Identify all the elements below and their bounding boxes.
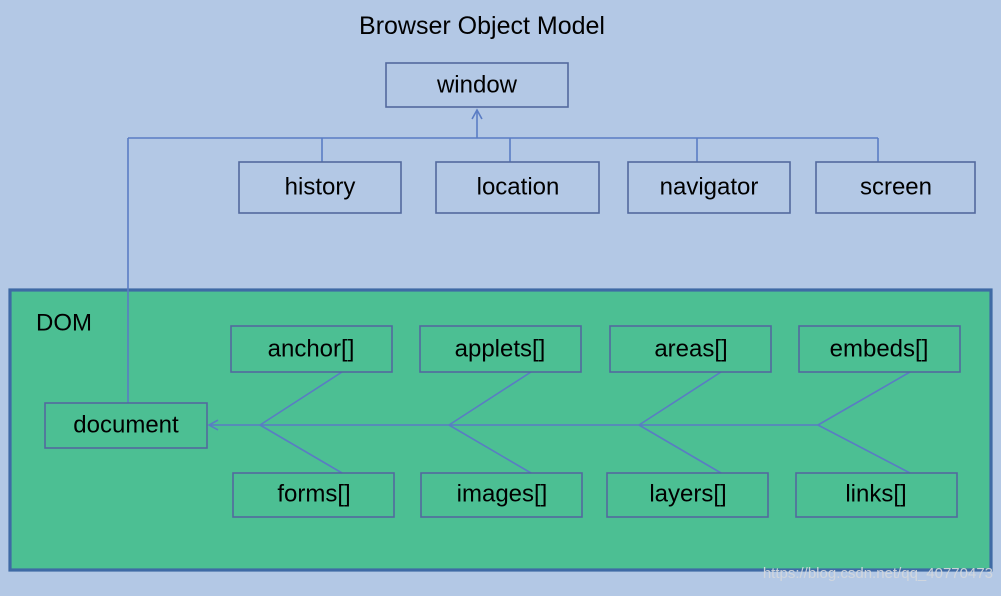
node-layers-array-label: layers[] [649, 480, 726, 507]
node-embeds-array-label: embeds[] [830, 335, 929, 362]
diagram-canvas: Browser Object Model DOM window history lo… [0, 0, 1001, 596]
node-document-label: document [73, 411, 179, 438]
node-window-label: window [436, 71, 518, 98]
node-navigator-label: navigator [660, 173, 759, 200]
node-history-label: history [285, 173, 356, 200]
browser-object-model-diagram: Browser Object Model DOM window history lo… [0, 0, 1001, 596]
node-screen-label: screen [860, 173, 932, 200]
page-title: Browser Object Model [359, 12, 605, 40]
node-links-array-label: links[] [845, 480, 906, 507]
node-location-label: location [477, 173, 560, 200]
node-forms-array-label: forms[] [277, 480, 350, 507]
watermark-text: https://blog.csdn.net/qq_40770473 [763, 565, 993, 582]
dom-panel-label: DOM [36, 309, 92, 336]
node-anchor-array-label: anchor[] [268, 335, 355, 362]
node-applets-array-label: applets[] [455, 335, 546, 362]
node-areas-array-label: areas[] [654, 335, 727, 362]
node-images-array-label: images[] [457, 480, 548, 507]
